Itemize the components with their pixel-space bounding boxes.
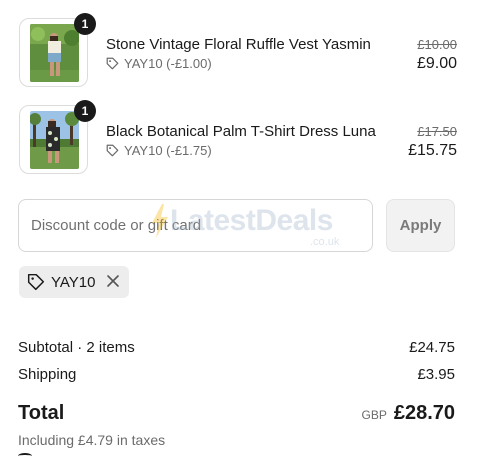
total-label: Total (18, 402, 65, 424)
tag-icon (106, 57, 119, 70)
item-discount-label: YAY10 (-£1.75) (124, 143, 212, 158)
applied-discount-chip: YAY10 (19, 266, 129, 298)
product-image (30, 111, 79, 169)
remove-discount-icon[interactable] (105, 273, 121, 289)
item-title: Stone Vintage Floral Ruffle Vest Yasmin (106, 36, 371, 53)
total-amount: GBP £28.70 (361, 402, 455, 425)
tag-icon (27, 273, 45, 291)
original-price: £17.50 (417, 124, 457, 139)
taxes-note: Including £4.79 in taxes (18, 432, 166, 448)
shipping-row: Shipping £3.95 (18, 366, 455, 383)
quantity-badge: 1 (74, 13, 96, 35)
total-value: £28.70 (393, 402, 455, 424)
quantity-badge: 1 (74, 100, 96, 122)
product-thumbnail: 1 (19, 13, 96, 87)
shipping-value: £3.95 (417, 366, 455, 383)
subtotal-row: Subtotal · 2 items £24.75 (18, 339, 455, 356)
applied-code-label: YAY10 (51, 273, 96, 291)
item-price: £9.00 (416, 55, 457, 72)
product-thumbnail: 1 (19, 100, 96, 174)
item-discount: YAY10 (-£1.75) (106, 143, 212, 158)
apply-button[interactable]: Apply (386, 199, 455, 252)
item-title: Black Botanical Palm T-Shirt Dress Luna (106, 123, 376, 140)
cart-item: 1 Black Botanical Palm T-Shirt Dress Lun… (19, 100, 457, 177)
product-image (30, 24, 79, 82)
subtotal-label: Subtotal · 2 items (18, 339, 135, 356)
tag-icon (106, 144, 119, 157)
original-price: £10.00 (417, 37, 457, 52)
item-price: £15.75 (408, 142, 457, 159)
currency-code: GBP (361, 408, 387, 422)
item-discount: YAY10 (-£1.00) (106, 56, 212, 71)
cut-off-glyph (18, 453, 32, 459)
cart-item: 1 Stone Vintage Floral Ruffle Vest Yasmi… (19, 13, 457, 90)
shipping-label: Shipping (18, 366, 77, 383)
subtotal-value: £24.75 (409, 339, 455, 356)
discount-code-input[interactable] (18, 199, 373, 252)
item-discount-label: YAY10 (-£1.00) (124, 56, 212, 71)
